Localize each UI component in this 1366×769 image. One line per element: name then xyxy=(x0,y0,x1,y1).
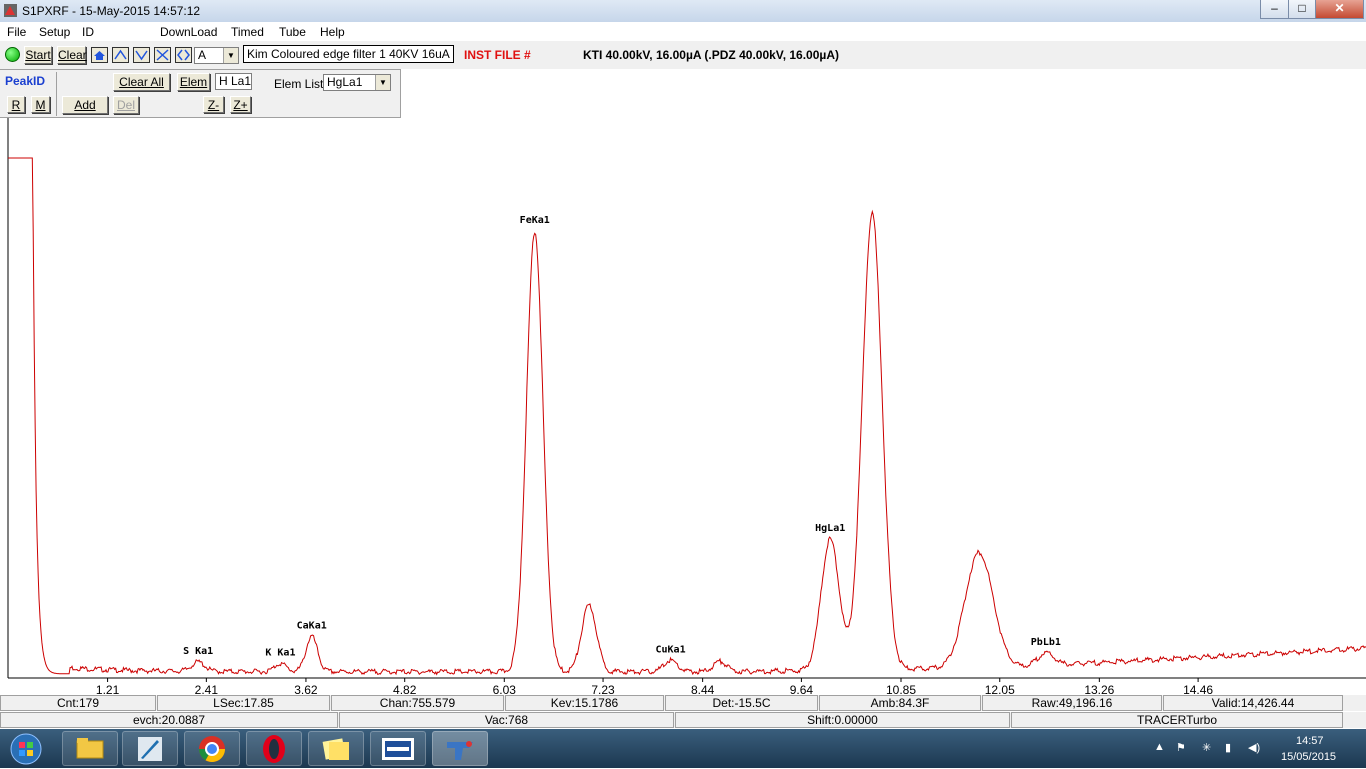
window-title: S1PXRF - 15-May-2015 14:57:12 xyxy=(22,4,201,18)
x-tick-label: 3.62 xyxy=(294,683,318,695)
minimize-button[interactable]: – xyxy=(1260,0,1289,19)
chrome-taskbar-icon[interactable] xyxy=(184,731,240,766)
title-bar: S1PXRF - 15-May-2015 14:57:12 – □ ✕ xyxy=(0,0,1366,23)
sample-name-input[interactable]: Kim Coloured edge filter 1 40KV 16uA xyxy=(243,45,454,63)
start-button[interactable]: Start xyxy=(24,46,52,64)
r-button[interactable]: R xyxy=(7,96,25,113)
clear-button[interactable]: Clear xyxy=(57,46,87,64)
volume-icon[interactable]: ◀) xyxy=(1248,741,1260,754)
x-tick-label: 1.21 xyxy=(96,683,120,695)
x-tick-label: 10.85 xyxy=(886,683,916,695)
flag-icon[interactable]: ⚑ xyxy=(1176,741,1186,754)
status-raw: Raw:49,196.16 xyxy=(982,695,1162,711)
peakid-title: PeakID xyxy=(5,74,46,88)
menu-timed[interactable]: Timed xyxy=(231,25,264,39)
elem-list-label: Elem List: xyxy=(274,77,327,91)
status-row-1: Cnt:179 LSec:17.85 Chan:755.579 Kev:15.1… xyxy=(0,695,1366,711)
x-tick-label: 4.82 xyxy=(393,683,417,695)
clock-time[interactable]: 14:57 xyxy=(1296,735,1324,747)
home-icon[interactable] xyxy=(91,47,108,63)
elem-list-select[interactable]: HgLa1 ▼ xyxy=(323,74,391,91)
clock-date[interactable]: 15/05/2015 xyxy=(1281,751,1336,763)
peak-label: PbLb1 xyxy=(1031,637,1061,648)
x-tick-label: 2.41 xyxy=(195,683,219,695)
x-tick-label: 12.05 xyxy=(985,683,1015,695)
chevron-down-icon[interactable]: ▼ xyxy=(223,48,238,63)
menu-tube[interactable]: Tube xyxy=(279,25,306,39)
scale-up-icon[interactable] xyxy=(112,47,129,63)
divider xyxy=(56,72,57,116)
status-chan: Chan:755.579 xyxy=(331,695,504,711)
elem-list-value: HgLa1 xyxy=(327,75,363,89)
status-vac: Vac:768 xyxy=(339,712,674,728)
x-tick-label: 13.26 xyxy=(1084,683,1114,695)
app-taskbar-icon[interactable] xyxy=(122,731,178,766)
status-lsec: LSec:17.85 xyxy=(157,695,330,711)
status-cnt: Cnt:179 xyxy=(0,695,156,711)
x-tick-label: 7.23 xyxy=(591,683,615,695)
status-evch: evch:20.0887 xyxy=(0,712,338,728)
z-plus-button[interactable]: Z+ xyxy=(230,96,251,113)
menu-help[interactable]: Help xyxy=(320,25,345,39)
chevron-down-icon[interactable]: ▼ xyxy=(375,75,390,90)
tray-expand-icon[interactable]: ▲ xyxy=(1154,741,1165,753)
x-tick-label: 8.44 xyxy=(691,683,715,695)
maximize-button[interactable]: □ xyxy=(1288,0,1316,19)
peak-label: FeKa1 xyxy=(520,215,550,226)
del-button[interactable]: Del xyxy=(113,96,139,114)
channel-select[interactable]: A ▼ xyxy=(194,47,239,64)
peak-label: S Ka1 xyxy=(183,646,213,657)
s1pxrf-taskbar-icon[interactable] xyxy=(432,731,488,766)
elem-input[interactable]: H La1 xyxy=(215,73,252,90)
peak-label: K Ka1 xyxy=(265,647,295,658)
menu-bar: File Setup ID DownLoad Timed Tube Help xyxy=(0,22,1366,41)
opera-taskbar-icon[interactable] xyxy=(246,731,302,766)
m-button[interactable]: M xyxy=(31,96,50,113)
status-kev: Kev:15.1786 xyxy=(505,695,664,711)
status-row-2: evch:20.0887 Vac:768 Shift:0.00000 TRACE… xyxy=(0,712,1366,728)
inst-file-label: INST FILE # xyxy=(464,48,531,62)
notes-taskbar-icon[interactable] xyxy=(308,731,364,766)
start-orb-icon[interactable] xyxy=(5,731,47,766)
menu-file[interactable]: File xyxy=(7,25,26,39)
status-det: Det:-15.5C xyxy=(665,695,818,711)
bruker-taskbar-icon[interactable] xyxy=(370,731,426,766)
status-model: TRACERTurbo xyxy=(1011,712,1343,728)
power-icon[interactable]: ▮ xyxy=(1225,741,1231,754)
status-valid: Valid:14,426.44 xyxy=(1163,695,1343,711)
status-amb: Amb:84.3F xyxy=(819,695,981,711)
app-icon xyxy=(4,4,17,17)
elem-button[interactable]: Elem xyxy=(177,73,210,91)
menu-download[interactable]: DownLoad xyxy=(160,25,217,39)
channel-value: A xyxy=(198,48,207,62)
peak-label: CuKa1 xyxy=(655,644,685,655)
menu-setup[interactable]: Setup xyxy=(39,25,70,39)
spectrum-chart[interactable]: 1.21 2.41 3.62 4.82 6.03 7.23 8.44 9.64 10.85 12.… xyxy=(0,118,1366,695)
explorer-taskbar-icon[interactable] xyxy=(62,731,118,766)
tube-info: KTI 40.00kV, 16.00µA (.PDZ 40.00kV, 16.0… xyxy=(583,48,839,62)
x-tick-label: 14.46 xyxy=(1183,683,1213,695)
chart-background xyxy=(0,118,1366,695)
status-light-icon xyxy=(5,47,20,62)
add-button[interactable]: Add xyxy=(62,96,108,114)
peakid-panel: PeakID R M Add Del Clear All Elem H La1 … xyxy=(0,69,401,118)
zoom-in-icon[interactable] xyxy=(154,47,171,63)
x-tick-label: 6.03 xyxy=(493,683,517,695)
menu-id[interactable]: ID xyxy=(82,25,94,39)
clear-all-button[interactable]: Clear All xyxy=(113,73,170,91)
x-tick-label: 9.64 xyxy=(790,683,814,695)
scale-down-icon[interactable] xyxy=(133,47,150,63)
z-minus-button[interactable]: Z- xyxy=(203,96,224,113)
network-icon[interactable]: ✳ xyxy=(1202,741,1211,754)
peak-label: HgLa1 xyxy=(815,523,845,534)
toolbar: Start Clear A ▼ Kim Coloured edge filter… xyxy=(0,41,1366,69)
status-shift: Shift:0.00000 xyxy=(675,712,1010,728)
peak-label: CaKa1 xyxy=(297,620,327,631)
zoom-out-icon[interactable] xyxy=(175,47,192,63)
taskbar: ▲ ⚑ ✳ ▮ ◀) 14:57 15/05/2015 xyxy=(0,729,1366,768)
close-button[interactable]: ✕ xyxy=(1315,0,1364,19)
